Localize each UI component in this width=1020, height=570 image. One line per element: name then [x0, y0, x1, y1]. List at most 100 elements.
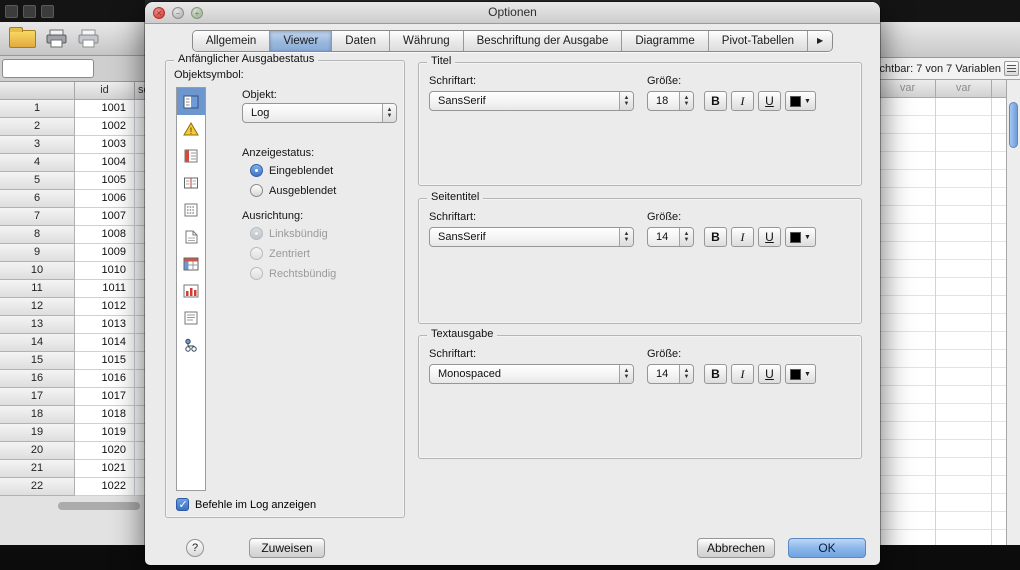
combo-stepper-icon[interactable] [619, 228, 633, 246]
sc-cell[interactable] [135, 460, 145, 478]
row-number-cell[interactable]: 16 [0, 370, 75, 388]
table-row[interactable]: 13 1013 [0, 316, 145, 334]
sc-cell[interactable] [135, 478, 145, 496]
id-cell[interactable]: 1016 [75, 370, 135, 388]
table-row[interactable]: 8 1008 [0, 226, 145, 244]
table-row[interactable]: 1 1001 [0, 100, 145, 118]
sc-cell[interactable] [135, 172, 145, 190]
table-row[interactable]: 10 1010 [0, 262, 145, 280]
row-number-cell[interactable]: 10 [0, 262, 75, 280]
combo-stepper-icon[interactable] [382, 104, 396, 122]
tab-beschriftung-der-ausgabe[interactable]: Beschriftung der Ausgabe [463, 31, 623, 51]
row-number-cell[interactable]: 19 [0, 424, 75, 442]
table-row[interactable]: 3 1003 [0, 136, 145, 154]
window-control-icon[interactable] [41, 4, 54, 18]
combo-stepper-icon[interactable] [679, 365, 693, 383]
table-row[interactable]: 4 1004 [0, 154, 145, 172]
row-number-cell[interactable]: 11 [0, 280, 75, 298]
cell-editor-field[interactable] [2, 59, 94, 78]
row-number-cell[interactable]: 9 [0, 244, 75, 262]
id-cell[interactable]: 1006 [75, 190, 135, 208]
window-control-icon[interactable] [23, 4, 36, 18]
combo-stepper-icon[interactable] [679, 228, 693, 246]
row-number-cell[interactable]: 3 [0, 136, 75, 154]
table-row[interactable]: 19 1019 [0, 424, 145, 442]
table-row[interactable]: 2 1002 [0, 118, 145, 136]
table-row[interactable]: 18 1018 [0, 406, 145, 424]
sc-cell[interactable] [135, 334, 145, 352]
object-item-pivot-table-icon[interactable] [177, 250, 205, 277]
bold-button[interactable]: B [704, 91, 727, 111]
sc-cell[interactable] [135, 136, 145, 154]
minimize-icon[interactable]: − [172, 7, 184, 19]
column-header-id[interactable]: id [75, 82, 135, 100]
sc-cell[interactable] [135, 262, 145, 280]
row-number-cell[interactable]: 22 [0, 478, 75, 496]
table-row[interactable]: 14 1014 [0, 334, 145, 352]
horizontal-scrollbar-thumb[interactable] [58, 502, 140, 510]
column-header-var[interactable]: var [880, 80, 936, 98]
object-item-chart-icon[interactable] [177, 277, 205, 304]
sc-cell[interactable] [135, 424, 145, 442]
print-icon[interactable] [45, 29, 68, 48]
text-color-button[interactable]: ▼ [785, 91, 816, 111]
sc-cell[interactable] [135, 244, 145, 262]
menu-lines-icon[interactable] [1004, 61, 1019, 76]
sc-cell[interactable] [135, 280, 145, 298]
id-cell[interactable]: 1017 [75, 388, 135, 406]
combo-stepper-icon[interactable] [619, 92, 633, 110]
id-cell[interactable]: 1021 [75, 460, 135, 478]
id-cell[interactable]: 1013 [75, 316, 135, 334]
row-number-cell[interactable]: 1 [0, 100, 75, 118]
row-number-cell[interactable]: 17 [0, 388, 75, 406]
column-header-sc[interactable]: sc [135, 82, 145, 100]
row-number-cell[interactable]: 14 [0, 334, 75, 352]
row-number-header[interactable] [0, 82, 75, 100]
dialog-titlebar[interactable]: Optionen [145, 2, 880, 24]
underline-button[interactable]: U [758, 364, 781, 384]
italic-button[interactable]: I [731, 227, 754, 247]
text-color-button[interactable]: ▼ [785, 364, 816, 384]
id-cell[interactable]: 1022 [75, 478, 135, 496]
object-item-title-icon[interactable] [177, 169, 205, 196]
id-cell[interactable]: 1011 [75, 280, 135, 298]
object-select[interactable]: Log [242, 103, 397, 123]
row-number-cell[interactable]: 18 [0, 406, 75, 424]
radio-ausgeblendet[interactable]: Ausgeblendet [250, 184, 336, 197]
combo-stepper-icon[interactable] [619, 365, 633, 383]
id-cell[interactable]: 1019 [75, 424, 135, 442]
row-number-cell[interactable]: 8 [0, 226, 75, 244]
text-color-button[interactable]: ▼ [785, 227, 816, 247]
seitentitel-size-select[interactable]: 14 [647, 227, 694, 247]
row-number-cell[interactable]: 7 [0, 208, 75, 226]
bold-button[interactable]: B [704, 364, 727, 384]
bold-button[interactable]: B [704, 227, 727, 247]
radio-eingeblendet[interactable]: Eingeblendet [250, 164, 333, 177]
italic-button[interactable]: I [731, 364, 754, 384]
sc-cell[interactable] [135, 298, 145, 316]
table-row[interactable]: 6 1006 [0, 190, 145, 208]
row-number-cell[interactable]: 5 [0, 172, 75, 190]
close-icon[interactable]: ✕ [153, 7, 165, 19]
sc-cell[interactable] [135, 316, 145, 334]
underline-button[interactable]: U [758, 227, 781, 247]
table-row[interactable]: 9 1009 [0, 244, 145, 262]
object-symbol-list[interactable]: ! [176, 87, 206, 491]
id-cell[interactable]: 1007 [75, 208, 135, 226]
sc-cell[interactable] [135, 154, 145, 172]
cancel-button[interactable]: Abbrechen [697, 538, 775, 558]
sc-cell[interactable] [135, 118, 145, 136]
object-item-text-icon[interactable] [177, 304, 205, 331]
tab-allgemein[interactable]: Allgemein [192, 31, 271, 51]
row-number-cell[interactable]: 6 [0, 190, 75, 208]
id-cell[interactable]: 1020 [75, 442, 135, 460]
row-number-cell[interactable]: 21 [0, 460, 75, 478]
table-row[interactable]: 15 1015 [0, 352, 145, 370]
ok-button[interactable]: OK [788, 538, 866, 558]
sc-cell[interactable] [135, 100, 145, 118]
vertical-scrollbar[interactable] [1006, 80, 1020, 545]
sc-cell[interactable] [135, 388, 145, 406]
id-cell[interactable]: 1015 [75, 352, 135, 370]
sc-cell[interactable] [135, 226, 145, 244]
object-item-notes-icon[interactable] [177, 142, 205, 169]
